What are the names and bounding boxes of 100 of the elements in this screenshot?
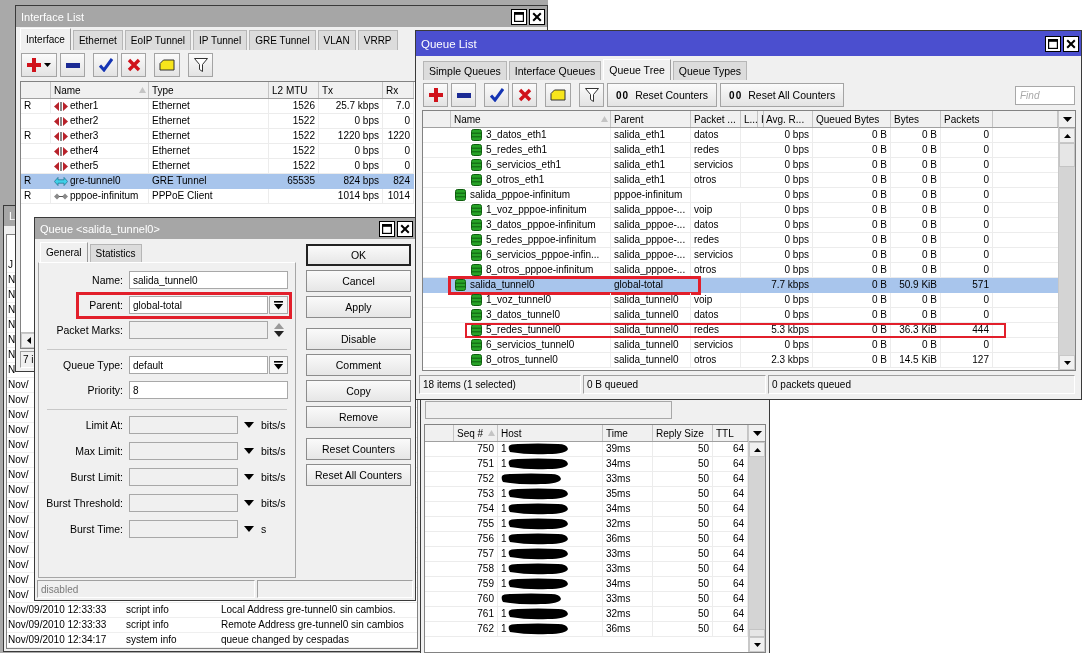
table-row[interactable]: 3_datos_eth1 salida_eth1 datos 0 bps 0 B 0 B 0 (423, 128, 1058, 143)
column-header[interactable]: Type (149, 82, 269, 98)
column-header[interactable]: L... (741, 111, 758, 127)
tab[interactable]: EoIP Tunnel (124, 30, 192, 50)
dropdown-field[interactable]: global-total (129, 296, 268, 314)
table-row[interactable]: 750 1 39ms 50 64 (425, 442, 748, 457)
input-field[interactable] (129, 416, 238, 434)
tab[interactable]: Statistics (89, 244, 142, 262)
dialog-button[interactable]: Reset All Counters (306, 464, 411, 486)
tab[interactable]: Ethernet (72, 30, 123, 50)
tab[interactable]: IP Tunnel (193, 30, 248, 50)
column-header[interactable]: Tx (319, 82, 383, 98)
table-row[interactable]: 761 1 32ms 50 64 (425, 607, 748, 622)
tab[interactable]: Queue Types (672, 61, 748, 80)
input-field[interactable]: 8 (129, 381, 288, 399)
column-header[interactable]: Queued Bytes (813, 111, 891, 127)
tab[interactable]: VRRP (357, 30, 398, 50)
tab[interactable]: Queue Tree (603, 59, 671, 80)
dialog-button[interactable]: Comment (306, 354, 411, 376)
table-row[interactable]: salida_tunnel0 global-total 7.7 kbps 0 B 50.9 KiB 571 (423, 278, 1058, 293)
column-header[interactable]: Packet ... (691, 111, 741, 127)
close-button[interactable] (1063, 35, 1079, 52)
tab[interactable]: GRE Tunnel (249, 30, 316, 50)
table-row[interactable]: 754 1 34ms 50 64 (425, 502, 748, 517)
table-row[interactable]: 5_redes_tunnel0 salida_tunnel0 redes 5.3 kbps 0 B 36.3 KiB 444 (423, 323, 1058, 338)
table-row[interactable]: 758 1 33ms 50 64 (425, 562, 748, 577)
column-menu-button[interactable] (749, 425, 765, 442)
up-down-arrows-icon[interactable] (274, 323, 284, 337)
caret-icon[interactable] (244, 474, 254, 480)
dialog-button[interactable]: Copy (306, 380, 411, 402)
table-row[interactable]: 753 1 35ms 50 64 (425, 487, 748, 502)
table-row[interactable]: 757 1 33ms 50 64 (425, 547, 748, 562)
filter-button[interactable] (579, 83, 604, 107)
column-header[interactable]: Name (451, 111, 611, 127)
scrollbar[interactable] (749, 442, 765, 652)
dropdown-button[interactable] (269, 296, 288, 314)
disable-button[interactable] (512, 83, 537, 107)
dialog-button[interactable]: Remove (306, 406, 411, 428)
column-header[interactable]: L2 MTU (269, 82, 319, 98)
table-row[interactable]: 8_otros_tunnel0 salida_tunnel0 otros 2.3 kbps 0 B 14.5 KiB 127 (423, 353, 1058, 368)
add-button[interactable] (21, 53, 57, 77)
enable-button[interactable] (484, 83, 509, 107)
table-row[interactable]: R ether1 Ethernet 1526 25.7 kbps 7.0 (21, 99, 414, 114)
scroll-down-button[interactable] (749, 637, 765, 652)
input-field[interactable] (425, 401, 672, 419)
dialog-button[interactable]: Cancel (306, 270, 411, 292)
table-row[interactable]: 1_voz_tunnel0 salida_tunnel0 voip 0 bps 0 B 0 B 0 (423, 293, 1058, 308)
column-header[interactable]: Reply Size (653, 425, 713, 441)
toolbar-button[interactable]: 00 Reset All Counters (720, 83, 845, 107)
caret-icon[interactable] (244, 500, 254, 506)
table-row[interactable]: ether2 Ethernet 1522 0 bps 0 (21, 114, 414, 129)
dialog-button[interactable]: Apply (306, 296, 411, 318)
maximize-button[interactable] (1045, 35, 1061, 52)
add-button[interactable] (423, 83, 448, 107)
dialog-button[interactable]: OK (306, 244, 411, 266)
scrollbar[interactable] (1059, 128, 1075, 370)
table-row[interactable]: 8_otros_eth1 salida_eth1 otros 0 bps 0 B 0 B 0 (423, 173, 1058, 188)
table-row[interactable]: 3_datos_tunnel0 salida_tunnel0 datos 0 bps 0 B 0 B 0 (423, 308, 1058, 323)
search-field[interactable]: Find (1015, 85, 1075, 105)
dialog-button[interactable]: Reset Counters (306, 438, 411, 460)
table-row[interactable]: 6_servicios_tunnel0 salida_tunnel0 servicios 0 bps 0 B 0 B 0 (423, 338, 1058, 353)
column-header[interactable]: Rx (383, 82, 414, 98)
remove-button[interactable] (451, 83, 476, 107)
table-row[interactable]: R ether3 Ethernet 1522 1220 bps 1220 (21, 129, 414, 144)
dialog-button[interactable]: Disable (306, 328, 411, 350)
caret-icon[interactable] (244, 422, 254, 428)
disable-button[interactable] (121, 53, 146, 77)
table-row[interactable]: 762 1 36ms 50 64 (425, 622, 748, 637)
input-field[interactable] (129, 468, 238, 486)
toolbar-button[interactable]: 00 Reset Counters (607, 83, 718, 107)
table-row[interactable]: R gre-tunnel0 GRE Tunnel 65535 824 bps 824 (21, 174, 414, 189)
column-header[interactable]: I (758, 111, 764, 127)
column-header[interactable]: Name (51, 82, 149, 98)
table-row[interactable]: 3_datos_pppoe-infinitum salida_pppoe-... datos 0 bps 0 B 0 B 0 (423, 218, 1058, 233)
tab[interactable]: Simple Queues (423, 61, 507, 80)
table-row[interactable]: 752 33ms 50 64 (425, 472, 748, 487)
table-row[interactable]: 6_servicios_pppoe-infin... salida_pppoe-... servicios 0 bps 0 B 0 B 0 (423, 248, 1058, 263)
comment-button[interactable] (545, 83, 571, 107)
scrollbar-thumb[interactable] (749, 629, 765, 637)
column-header[interactable]: Seq # (454, 425, 498, 441)
tab[interactable]: Interface (20, 28, 71, 50)
column-header[interactable]: Time (603, 425, 653, 441)
tab[interactable]: Interface Queues (508, 61, 602, 80)
column-header[interactable]: Parent (611, 111, 691, 127)
input-field[interactable] (129, 494, 238, 512)
column-header[interactable]: Bytes (891, 111, 941, 127)
remove-button[interactable] (60, 53, 85, 77)
caret-icon[interactable] (244, 448, 254, 454)
table-row[interactable]: R pppoe-infinitum PPPoE Client 1014 bps 1014 (21, 189, 414, 204)
column-header[interactable]: Packets (941, 111, 993, 127)
table-row[interactable]: 760 33ms 50 64 (425, 592, 748, 607)
column-header[interactable]: Avg. R... (763, 111, 813, 127)
dropdown-field[interactable]: default (129, 356, 268, 374)
table-row[interactable]: 1_voz_pppoe-infinitum salida_pppoe-... voip 0 bps 0 B 0 B 0 (423, 203, 1058, 218)
scrollbar-thumb[interactable] (1059, 143, 1075, 167)
column-menu-button[interactable] (1059, 111, 1075, 128)
scroll-up-button[interactable] (1059, 128, 1075, 143)
column-header[interactable]: Host (498, 425, 603, 441)
table-row[interactable]: 751 1 34ms 50 64 (425, 457, 748, 472)
table-row[interactable]: 756 1 36ms 50 64 (425, 532, 748, 547)
